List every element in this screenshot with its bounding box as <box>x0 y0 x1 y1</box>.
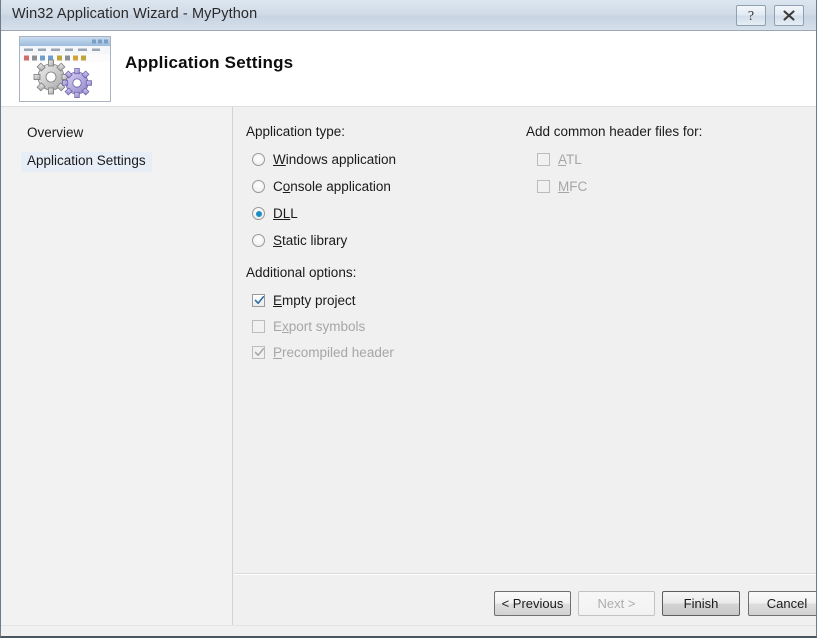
checkbox-indicator <box>537 153 550 166</box>
question-mark-icon: ? <box>737 6 765 25</box>
radio-dll[interactable]: DLL <box>252 206 298 221</box>
radio-label: DLL <box>273 206 298 221</box>
checkbox-indicator <box>252 320 265 333</box>
next-button: Next > <box>578 591 655 616</box>
checkbox-precompiled-header: Precompiled header <box>252 345 394 360</box>
finish-button[interactable]: Finish <box>662 591 740 616</box>
sidebar-item-label: Overview <box>27 125 83 140</box>
checkbox-indicator <box>252 294 265 307</box>
cancel-button[interactable]: Cancel <box>748 591 817 616</box>
common-headers-label: Add common header files for: <box>526 124 702 139</box>
sidebar: Overview Application Settings <box>1 107 233 626</box>
page-title: Application Settings <box>125 53 293 73</box>
close-button[interactable] <box>774 5 804 26</box>
sidebar-item-overview[interactable]: Overview <box>21 124 89 144</box>
checkbox-label: MFC <box>558 179 587 194</box>
additional-options-label: Additional options: <box>246 265 356 280</box>
radio-console-application[interactable]: Console application <box>252 179 391 194</box>
main-pane: Application type: Windows application Co… <box>234 107 816 626</box>
radio-label: Static library <box>273 233 347 248</box>
radio-indicator <box>252 180 265 193</box>
checkbox-label: Precompiled header <box>273 345 394 360</box>
checkbox-label: Empty project <box>273 293 356 308</box>
svg-text:?: ? <box>748 9 754 24</box>
radio-label: Windows application <box>273 152 396 167</box>
radio-indicator <box>252 207 265 220</box>
application-type-label: Application type: <box>246 124 345 139</box>
checkbox-mfc: MFC <box>537 179 587 194</box>
window-bottom-strip <box>1 625 816 636</box>
previous-button[interactable]: < Previous <box>494 591 571 616</box>
radio-indicator <box>252 153 265 166</box>
footer-bar: < Previous Next > Finish Cancel <box>234 575 816 626</box>
radio-windows-application[interactable]: Windows application <box>252 152 396 167</box>
checkbox-export-symbols: Export symbols <box>252 319 365 334</box>
radio-label: Console application <box>273 179 391 194</box>
window-title: Win32 Application Wizard - MyPython <box>12 6 257 22</box>
checkbox-label: Export symbols <box>273 319 365 334</box>
help-button[interactable]: ? <box>736 5 766 26</box>
sidebar-item-application-settings[interactable]: Application Settings <box>21 152 152 172</box>
wizard-window: Win32 Application Wizard - MyPython ? <box>0 0 817 638</box>
checkbox-label: ATL <box>558 152 582 167</box>
title-bar: Win32 Application Wizard - MyPython ? <box>1 0 816 31</box>
close-x-icon <box>775 6 803 25</box>
checkbox-atl: ATL <box>537 152 582 167</box>
check-mark-icon <box>254 347 265 358</box>
checkbox-indicator <box>537 180 550 193</box>
radio-static-library[interactable]: Static library <box>252 233 347 248</box>
wizard-gears-icon <box>19 36 111 102</box>
sidebar-item-label: Application Settings <box>27 153 146 168</box>
radio-indicator <box>252 234 265 247</box>
checkbox-empty-project[interactable]: Empty project <box>252 293 356 308</box>
checkbox-indicator <box>252 346 265 359</box>
header-band: Application Settings <box>1 31 816 107</box>
check-mark-icon <box>254 295 265 306</box>
